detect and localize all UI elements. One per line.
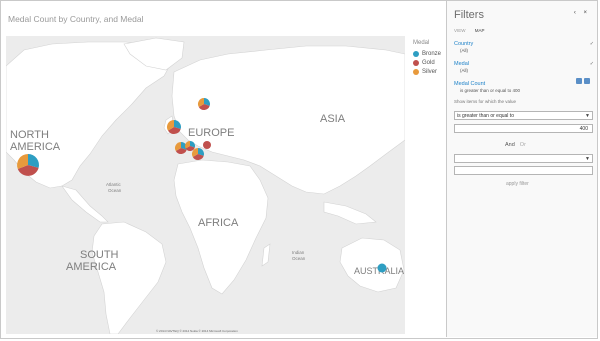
gold-swatch-icon [413, 59, 419, 66]
label-europe: EUROPE [188, 127, 234, 139]
filter-value-medal-count: is greater than or equal to 400 [460, 88, 521, 93]
pie-marker-uk[interactable] [167, 120, 181, 134]
label-indian-1: Indian [292, 250, 305, 255]
label-south-america-2: AMERICA [66, 261, 117, 273]
tab-view[interactable]: VIEW [454, 28, 466, 33]
and-option[interactable]: And [505, 142, 515, 148]
value-input-2[interactable] [454, 166, 593, 175]
pie-marker-usa[interactable] [17, 154, 39, 176]
chevron-down-icon: ▼ [585, 113, 590, 119]
condition-select-1-value: is greater than or equal to [457, 113, 514, 119]
chevron-down-icon: ▼ [585, 156, 590, 162]
map-credit: © 2014 NAVTEQ © 2014 Nokia © 2014 Micros… [156, 329, 238, 333]
silver-swatch-icon [413, 68, 419, 75]
filter-item-medal-count[interactable]: Medal Count is greater than or equal to … [454, 81, 594, 93]
label-asia: ASIA [320, 113, 346, 125]
label-north-america-2: AMERICA [10, 141, 61, 153]
filter-item-country[interactable]: Country (All) ✓ [454, 41, 594, 53]
label-south-america-1: SOUTH [80, 249, 119, 261]
filter-clear-icon[interactable]: ✓ [590, 61, 594, 67]
clear-filter-icon[interactable] [584, 78, 590, 84]
pie-marker-italy[interactable] [191, 148, 205, 161]
filter-name-medal[interactable]: Medal [454, 61, 469, 67]
filter-action-icons [576, 78, 590, 84]
legend-title: Medal [413, 40, 430, 46]
condition-select-2[interactable]: ▼ [454, 154, 593, 163]
legend-label-bronze: Bronze [422, 50, 442, 57]
legend-item-silver: Silver [413, 67, 441, 76]
label-north-america-1: NORTH [10, 129, 49, 141]
filter-value-medal: (All) [460, 68, 468, 73]
world-map[interactable]: NORTH AMERICA EUROPE ASIA AFRICA SOUTH A… [6, 36, 405, 334]
filters-pane: Filters ‹ × VIEW MAP Country (All) ✓ Med… [446, 1, 597, 337]
label-atlantic-1: Atlantic [106, 182, 122, 187]
filter-name-country[interactable]: Country [454, 41, 473, 47]
filter-item-medal[interactable]: Medal (All) ✓ [454, 61, 594, 73]
label-africa: AFRICA [198, 217, 239, 229]
legend-item-bronze: Bronze [413, 49, 441, 58]
pie-marker-hungary[interactable] [203, 141, 211, 149]
map-legend: Medal Bronze Gold Silver [413, 40, 441, 76]
map-title: Medal Count by Country, and Medal [8, 14, 144, 24]
bronze-swatch-icon [413, 50, 419, 57]
advanced-filter-icon[interactable] [576, 78, 582, 84]
pie-marker-germany[interactable] [185, 140, 196, 152]
filter-clear-icon[interactable]: ✓ [590, 41, 594, 47]
map-canvas[interactable]: NORTH AMERICA EUROPE ASIA AFRICA SOUTH A… [6, 36, 405, 334]
legend-label-gold: Gold [422, 59, 435, 66]
filters-pane-controls[interactable]: ‹ × [574, 10, 590, 16]
label-atlantic-2: Ocean [108, 188, 122, 193]
filter-hint-text: Show items for which the value [454, 99, 517, 104]
filter-value-country: (All) [460, 48, 468, 53]
pie-marker-sweden[interactable] [197, 97, 211, 111]
legend-label-silver: Silver [422, 68, 438, 75]
pie-marker-france[interactable] [174, 142, 188, 155]
or-option[interactable]: Or [520, 142, 526, 148]
condition-select-1[interactable]: is greater than or equal to ▼ [454, 111, 593, 120]
pie-marker-australia[interactable] [377, 263, 387, 273]
label-indian-2: Ocean [292, 256, 306, 261]
and-or-toggle[interactable]: And Or [505, 142, 526, 148]
filters-title: Filters [454, 9, 484, 21]
filter-name-medal-count[interactable]: Medal Count [454, 81, 485, 87]
tab-map[interactable]: MAP [475, 28, 485, 33]
value-input-1[interactable]: 400 [454, 124, 593, 133]
filters-tabs: VIEW MAP [454, 28, 493, 33]
apply-filter-button[interactable]: apply filter [506, 181, 529, 187]
legend-item-gold: Gold [413, 58, 441, 67]
